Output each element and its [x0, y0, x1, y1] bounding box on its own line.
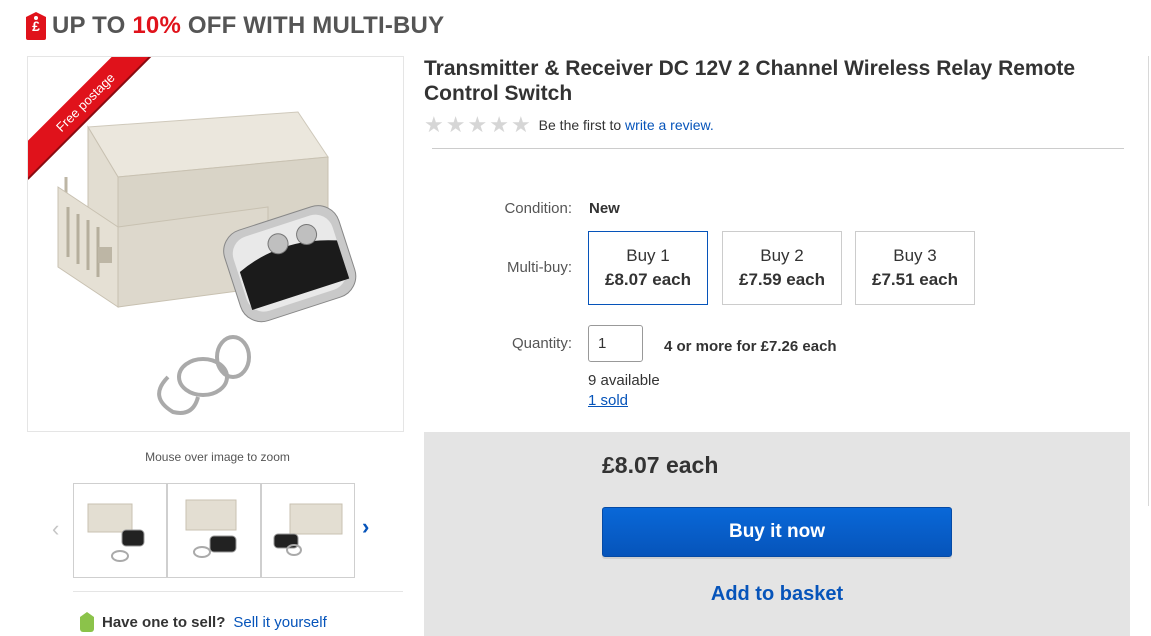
price-tag-icon: £ — [26, 12, 46, 40]
available-count: 9 available — [588, 372, 660, 389]
product-title: Transmitter & Receiver DC 12V 2 Channel … — [424, 57, 1076, 105]
multibuy-label: Multi-buy: — [506, 259, 572, 276]
star-icon: ★ — [510, 112, 531, 137]
buy-it-now-button[interactable]: Buy it now — [602, 507, 952, 557]
sell-it-yourself-link[interactable]: Sell it yourself — [233, 614, 326, 631]
star-icon: ★ — [467, 112, 488, 137]
multibuy-qty: Buy 2 — [760, 246, 804, 265]
multibuy-qty: Buy 1 — [626, 246, 670, 265]
promo-text: UP TO 10% OFF WITH MULTI-BUY — [52, 12, 444, 40]
divider — [432, 148, 1124, 149]
quantity-input[interactable] — [588, 325, 643, 362]
star-icon: ★ — [445, 112, 466, 137]
star-icon: ★ — [489, 112, 509, 137]
multibuy-price: £8.07 each — [604, 270, 691, 289]
thumbnail-photo — [273, 503, 343, 556]
sell-prompt: Have one to sell? Sell it yourself — [80, 612, 327, 632]
chevron-right-icon[interactable]: › — [362, 514, 369, 540]
multibuy-option-3[interactable]: Buy 3 £7.51 each — [855, 231, 975, 305]
rating-row: ★ ★ ★ ★ ★ Be the first to write a review… — [424, 112, 714, 137]
chevron-left-icon[interactable]: ‹ — [52, 516, 59, 542]
zoom-hint: Mouse over image to zoom — [145, 450, 290, 464]
sold-count-link[interactable]: 1 sold — [588, 392, 628, 409]
thumbnail-photo — [185, 499, 237, 558]
multibuy-option-1[interactable]: Buy 1 £8.07 each — [588, 231, 708, 305]
quantity-label: Quantity: — [511, 335, 572, 352]
condition-value: New — [589, 200, 620, 217]
divider — [73, 591, 403, 592]
rating-prompt: Be the first to write a review. — [539, 117, 714, 133]
thumbnail-photo — [87, 503, 145, 562]
main-product-image[interactable]: Free postage — [27, 56, 404, 432]
add-to-basket-button[interactable]: Add to basket — [602, 578, 952, 610]
thumbnail-1[interactable] — [73, 483, 167, 578]
star-icon: ★ — [424, 112, 444, 137]
multibuy-price: £7.59 each — [738, 270, 825, 289]
scrollbar-edge — [1148, 56, 1149, 506]
promo-percent: 10% — [132, 12, 181, 39]
tag-glyph: £ — [32, 18, 40, 34]
product-photo — [57, 111, 357, 415]
multibuy-option-2[interactable]: Buy 2 £7.59 each — [722, 231, 842, 305]
thumbnail-3[interactable] — [261, 483, 355, 578]
multibuy-qty: Buy 3 — [893, 246, 937, 265]
promo-prefix: UP TO — [52, 12, 133, 39]
multibuy-price: £7.51 each — [871, 270, 958, 289]
thumbnail-2[interactable] — [167, 483, 261, 578]
rating-prefix: Be the first to — [538, 117, 622, 133]
multibuy-promo-banner: £ UP TO 10% OFF WITH MULTI-BUY — [26, 10, 444, 42]
write-review-link[interactable]: write a review. — [625, 117, 714, 133]
quantity-offer: 4 or more for £7.26 each — [664, 338, 837, 355]
sell-question: Have one to sell? — [102, 613, 226, 631]
sell-tag-icon — [80, 612, 94, 632]
condition-label: Condition: — [504, 200, 572, 217]
promo-suffix: OFF WITH MULTI-BUY — [180, 12, 445, 39]
price: £8.07 each — [602, 452, 719, 478]
